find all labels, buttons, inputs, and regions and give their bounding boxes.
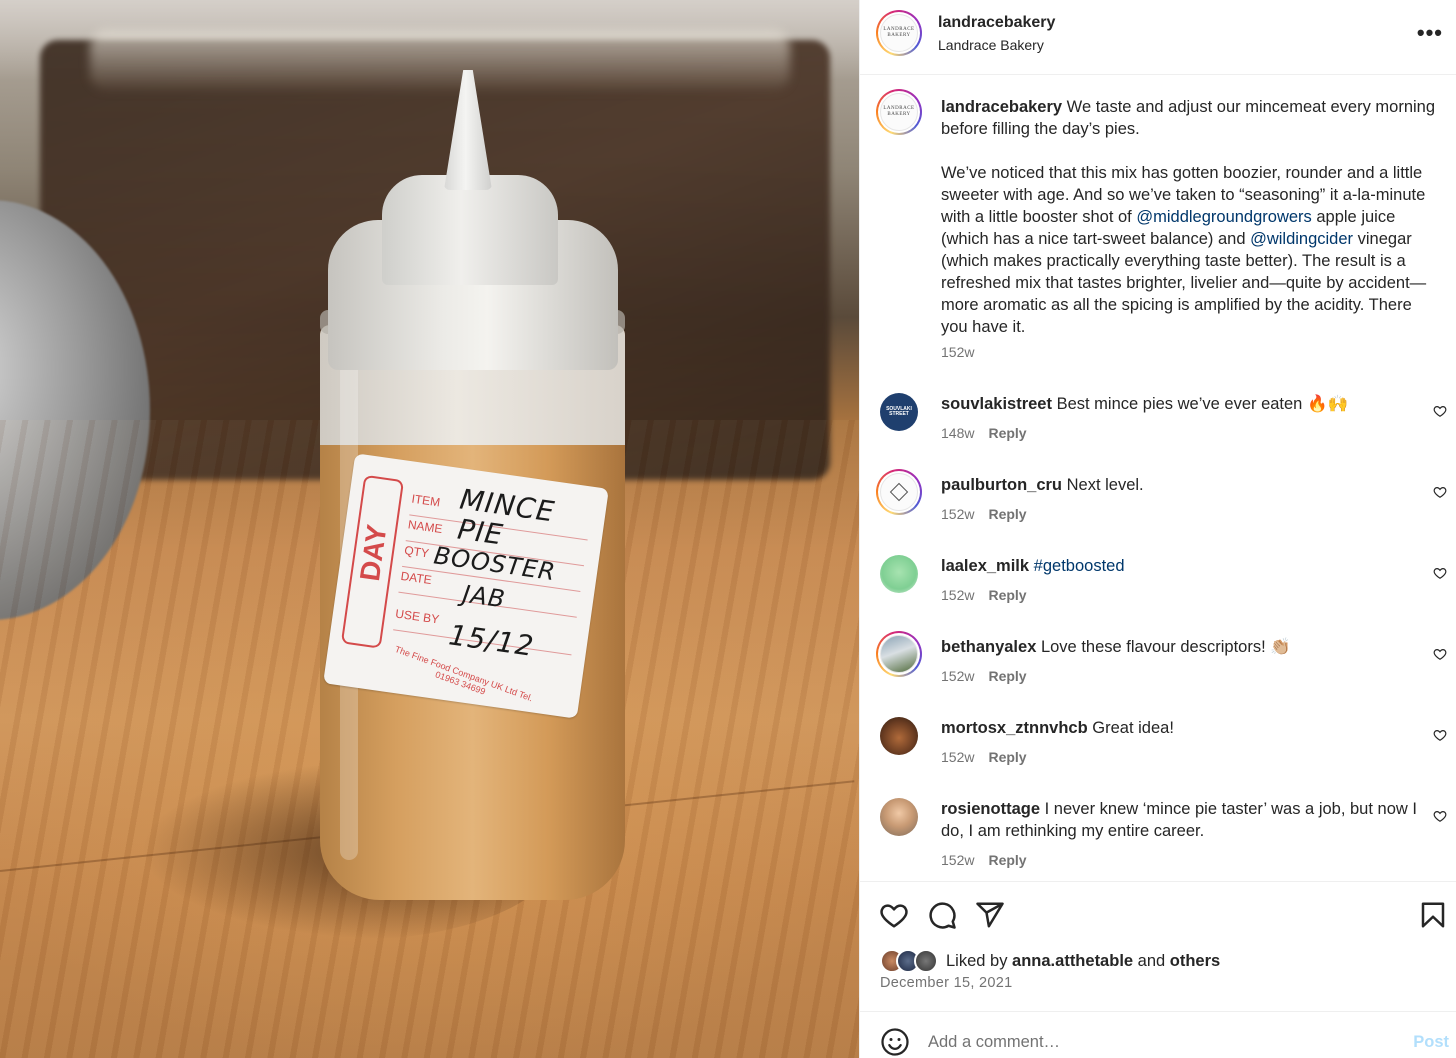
reply-button[interactable]: Reply [988,852,1026,868]
caption-username[interactable]: landracebakery [941,98,1062,116]
comment-username[interactable]: paulburton_cru [941,476,1062,494]
comment-text: rosienottage I never knew ‘mince pie tas… [941,798,1421,842]
comment-like-icon[interactable] [1433,809,1447,823]
comment-time[interactable]: 152w [941,749,974,765]
reply-button[interactable]: Reply [988,587,1026,603]
diamond-logo-icon [889,482,909,502]
reply-button[interactable]: Reply [988,749,1026,765]
post-author-username[interactable]: landracebakery [938,14,1055,32]
comment-username[interactable]: bethanyalex [941,638,1036,656]
comment-avatar[interactable] [880,798,918,836]
comment-body: Best mince pies we’ve ever eaten 🔥🙌 [1051,395,1349,413]
comment-text: mortosx_ztnnvhcb Great idea! [941,717,1421,739]
more-options-icon[interactable]: ••• [1417,20,1443,46]
comment-body: Great idea! [1087,719,1174,737]
liked-by-and: and [1133,951,1170,970]
comment-time[interactable]: 148w [941,425,974,441]
comment-icon[interactable] [927,900,957,930]
comment-username[interactable]: mortosx_ztnnvhcb [941,719,1088,737]
comment-avatar[interactable] [880,717,918,755]
liker-avatars [880,948,942,974]
heart-icon[interactable] [879,900,909,930]
comment-text: laalex_milk #getboosted [941,555,1421,577]
comment-time[interactable]: 152w [941,587,974,603]
comment-meta: 152w Reply [941,852,1027,868]
comment-username[interactable]: laalex_milk [941,557,1029,575]
comment-body: Love these flavour descriptors! 👏🏼 [1036,638,1291,656]
reply-button[interactable]: Reply [988,425,1026,441]
emoji-icon[interactable] [880,1027,910,1057]
post-date[interactable]: December 15, 2021 [880,975,1012,991]
caption-text: landracebakery We taste and adjust our m… [941,96,1441,338]
comment-avatar[interactable] [880,555,918,593]
avatar[interactable]: LANDRACE BAKERY [876,10,922,56]
comment-text: souvlakistreet Best mince pies we’ve eve… [941,393,1421,415]
reply-button[interactable]: Reply [988,668,1026,684]
post-actions: Liked by anna.atthetable and others Dece… [860,881,1456,1011]
comment-like-icon[interactable] [1433,728,1447,742]
comment-username[interactable]: rosienottage [941,800,1040,818]
post-header: LANDRACE BAKERY landracebakery Landrace … [860,0,1456,75]
comment-time[interactable]: 152w [941,852,974,868]
comment-input[interactable] [928,1026,1388,1058]
avatar-logo: LANDRACE BAKERY [883,106,915,117]
bottle-label: DAY ITEM NAME QTY DATE USE BY MINCE PIE … [323,453,609,719]
bottle-nozzle [444,70,492,190]
comment-text: bethanyalex Love these flavour descripto… [941,636,1421,658]
likes-summary: Liked by anna.atthetable and others [880,948,1220,974]
comment-avatar[interactable] [876,631,922,677]
comment-avatar[interactable] [876,469,922,515]
comment-time[interactable]: 152w [941,506,974,522]
avatar-logo: SOUVLAKI STREET [886,405,912,417]
post-button[interactable]: Post [1413,1033,1449,1052]
comment-meta: 152w Reply [941,668,1027,684]
comment-like-icon[interactable] [1433,566,1447,580]
add-comment-bar: Post [860,1011,1456,1058]
label-handwriting: JAB [460,579,508,614]
caption-body: We taste and adjust our mincemeat every … [941,98,1436,226]
bottle-cap-shoulder [382,175,558,285]
post-details-panel: LANDRACE BAKERY landracebakery Landrace … [859,0,1456,1058]
comment-text: paulburton_cru Next level. [941,474,1421,496]
comment-time[interactable]: 152w [941,668,974,684]
caption-timestamp[interactable]: 152w [941,344,974,360]
comment-like-icon[interactable] [1433,404,1447,418]
liked-by-others[interactable]: others [1170,952,1220,971]
comment-meta: 152w Reply [941,749,1027,765]
comment-body: Next level. [1062,476,1144,494]
reply-button[interactable]: Reply [988,506,1026,522]
comment-meta: 152w Reply [941,587,1027,603]
comment-meta: 148w Reply [941,425,1027,441]
caption-avatar[interactable]: LANDRACE BAKERY [876,89,922,135]
comment-meta: 152w Reply [941,506,1027,522]
liker-avatar[interactable] [914,949,938,973]
comment-avatar[interactable]: SOUVLAKI STREET [880,393,918,431]
mention-link[interactable]: @middlegroundgrowers [1136,208,1311,226]
bookmark-icon[interactable] [1418,900,1448,930]
liked-by-user[interactable]: anna.atthetable [1012,952,1133,971]
liked-by-prefix: Liked by [946,951,1013,970]
mention-link[interactable]: @wildingcider [1250,230,1353,248]
comment-username[interactable]: souvlakistreet [941,395,1052,413]
share-icon[interactable] [975,900,1005,930]
post-author-name: Landrace Bakery [938,37,1044,53]
post-photo[interactable]: DAY ITEM NAME QTY DATE USE BY MINCE PIE … [0,0,859,1058]
hashtag-link[interactable]: #getboosted [1034,557,1125,575]
avatar-logo: LANDRACE BAKERY [883,27,915,38]
comment-like-icon[interactable] [1433,647,1447,661]
comment-like-icon[interactable] [1433,485,1447,499]
